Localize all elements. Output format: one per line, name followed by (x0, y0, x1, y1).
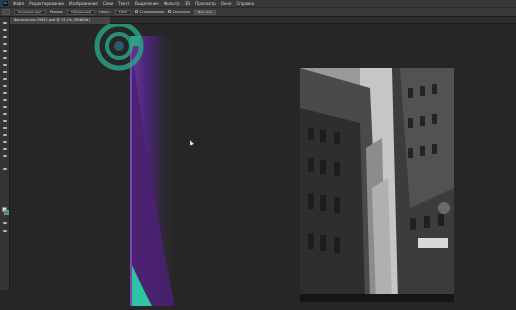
menu-item-window[interactable]: Окно (221, 1, 232, 6)
type-tool-icon[interactable] (2, 126, 8, 130)
menu-item-edit[interactable]: Редактирование (29, 1, 64, 6)
path-selection-tool-icon[interactable] (2, 133, 8, 137)
eraser-tool-icon[interactable] (2, 91, 8, 95)
menu-item-image[interactable]: Изображение (69, 1, 98, 6)
marquee-tool-icon[interactable] (2, 28, 8, 32)
menu-bar: Ps Файл Редактирование Изображение Слои … (0, 0, 516, 7)
mode-label: Режим: (49, 10, 64, 14)
paint-bucket-tool-icon[interactable] (2, 98, 8, 102)
antialias-label: Сглаживание (139, 10, 165, 14)
eyedropper-tool-icon[interactable] (2, 56, 8, 60)
building-photo (300, 68, 454, 302)
background-color-swatch[interactable] (4, 210, 9, 215)
menu-item-text[interactable]: Текст (118, 1, 130, 6)
document-tab[interactable]: Фотосессия 29621.psd @ 15,2% (RGB/8#) (10, 17, 110, 24)
menu-item-3d[interactable]: 3D (185, 1, 191, 6)
screen-mode-icon[interactable] (2, 229, 8, 233)
document-tab-bar: Фотосессия 29621.psd @ 15,2% (RGB/8#) (10, 17, 516, 24)
tool-preset-picker[interactable] (2, 9, 10, 15)
skyscrapers-image (300, 68, 454, 302)
menu-item-layers[interactable]: Слои (103, 1, 113, 6)
options-bar: Основной цвет Режим: Нормальный Непр.: 1… (0, 7, 516, 17)
quick-mask-icon[interactable] (2, 221, 8, 225)
magic-wand-tool-icon[interactable] (2, 42, 8, 46)
contiguous-checkbox[interactable]: Смежные (168, 10, 190, 14)
pen-tool-icon[interactable] (2, 119, 8, 123)
edit-toolbar-icon[interactable] (2, 167, 8, 171)
tools-panel (0, 17, 10, 290)
antialias-checkbox[interactable]: Сглаживание (135, 10, 164, 14)
canvas-workspace[interactable] (10, 24, 516, 306)
zoom-tool-icon[interactable] (2, 154, 8, 158)
brush-tool-icon[interactable] (2, 70, 8, 74)
menu-item-filter[interactable]: Фильтр (164, 1, 180, 6)
teal-concentric-circles (94, 24, 144, 71)
menu-item-help[interactable]: Справка (236, 1, 254, 6)
opacity-input[interactable]: 100% (114, 9, 132, 15)
lasso-tool-icon[interactable] (2, 35, 8, 39)
blend-mode-select[interactable]: Нормальный (67, 9, 96, 15)
all-layers-button[interactable]: Все слои (194, 9, 216, 15)
menu-item-file[interactable]: Файл (13, 1, 24, 6)
shape-tool-icon[interactable] (2, 140, 8, 144)
checkbox-icon (135, 10, 139, 13)
contiguous-label: Смежные (172, 10, 191, 14)
history-brush-tool-icon[interactable] (2, 84, 8, 88)
hand-tool-icon[interactable] (2, 147, 8, 151)
healing-brush-tool-icon[interactable] (2, 63, 8, 67)
menu-item-select[interactable]: Выделение (135, 1, 159, 6)
blur-tool-icon[interactable] (2, 105, 8, 109)
mouse-cursor-icon (188, 139, 194, 146)
clone-stamp-tool-icon[interactable] (2, 77, 8, 81)
crop-tool-icon[interactable] (2, 49, 8, 53)
move-tool-icon[interactable] (2, 21, 8, 25)
dodge-tool-icon[interactable] (2, 112, 8, 116)
fill-source-select[interactable]: Основной цвет (14, 9, 46, 15)
opacity-label: Непр.: (99, 10, 111, 14)
photoshop-logo: Ps (3, 1, 8, 6)
menu-item-view[interactable]: Просмотр (195, 1, 216, 6)
